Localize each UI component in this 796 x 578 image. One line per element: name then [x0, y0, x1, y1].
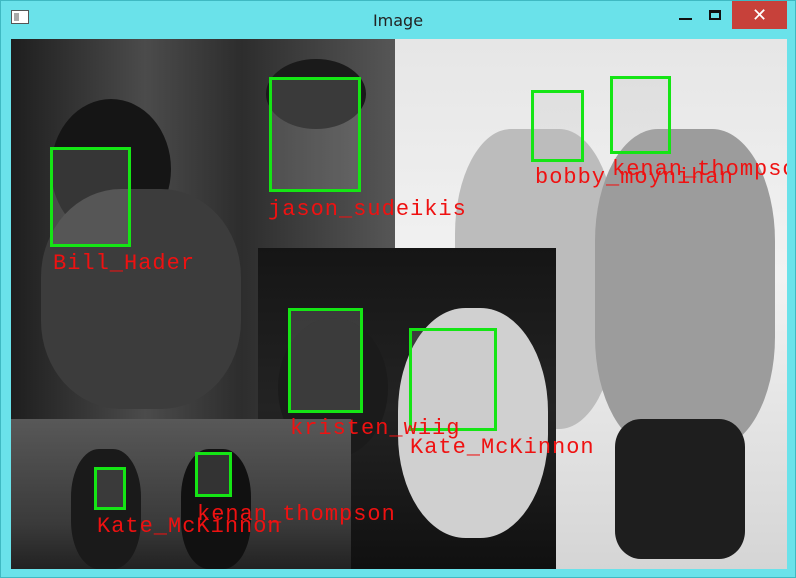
face-box	[94, 467, 126, 510]
face-label: kenan_thompson	[197, 502, 396, 527]
close-icon: ✕	[751, 4, 768, 25]
face-box	[288, 308, 363, 413]
minimize-button[interactable]	[671, 1, 699, 29]
pants-shape	[615, 419, 745, 559]
face-label: Kate_McKinnon	[410, 435, 595, 460]
face-box	[195, 452, 232, 497]
face-label: jason_sudeikis	[268, 197, 467, 222]
minimize-icon	[678, 18, 692, 20]
face-box	[50, 147, 131, 247]
maximize-icon	[709, 10, 721, 20]
face-label: Bill_Hader	[53, 251, 196, 276]
close-button[interactable]: ✕	[732, 1, 787, 29]
title-bar[interactable]: Image ✕	[1, 1, 795, 39]
face-box	[269, 77, 361, 192]
maximize-button[interactable]	[701, 1, 729, 29]
image-canvas: jason_sudeikis Bill_Hader bobby_moynihan…	[11, 39, 787, 569]
face-box	[610, 76, 671, 154]
photo-bottom-left	[11, 419, 351, 569]
face-box	[531, 90, 584, 162]
image-window: Image ✕ jason_sudeikis Bill_Hader bobby_…	[0, 0, 796, 578]
face-label: kenan_thompson	[612, 157, 787, 182]
